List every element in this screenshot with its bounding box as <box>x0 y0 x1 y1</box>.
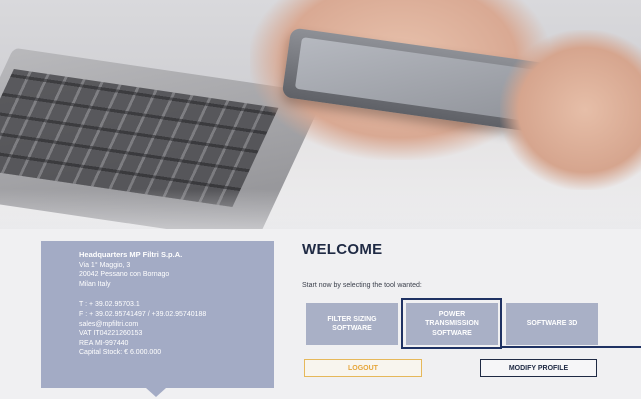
filter-sizing-software-button[interactable]: FILTER SIZING SOFTWARE <box>306 303 398 345</box>
software-3d-button[interactable]: SOFTWARE 3D <box>506 303 598 345</box>
tool-label-line: SOFTWARE <box>432 329 472 337</box>
selection-connector-line <box>502 346 641 348</box>
headquarters-card: Headquarters MP Filtri S.p.A. Via 1° Mag… <box>41 241 274 397</box>
logout-button[interactable]: LOGOUT <box>304 359 422 377</box>
welcome-title: WELCOME <box>302 241 383 258</box>
card-pointer <box>146 388 166 397</box>
keyboard-illustration <box>0 68 279 207</box>
phone-number: T : + 39.02.95703.1 <box>79 301 140 309</box>
tool-label-line: TRANSMISSION <box>425 320 479 328</box>
modify-profile-button[interactable]: MODIFY PROFILE <box>480 359 597 377</box>
vat-number: VAT IT04221260153 <box>79 330 143 338</box>
rea-number: REA MI-997440 <box>79 339 129 347</box>
tool-label-line: SOFTWARE 3D <box>526 320 578 328</box>
tool-label-line: FILTER SIZING <box>327 315 377 323</box>
fax-number: F : + 39.02.95741497 / +39.02.95740188 <box>79 310 207 318</box>
address-line: 20042 Pessano con Bornago <box>79 271 170 279</box>
headquarters-title: Headquarters MP Filtri S.p.A. <box>79 250 183 259</box>
email-link[interactable]: sales@mpfiltri.com <box>79 320 274 330</box>
capital-stock: Capital Stock: € 6.000.000 <box>79 349 162 357</box>
hero-fade <box>0 189 641 229</box>
tool-label-line: SOFTWARE <box>332 325 372 332</box>
tool-label-line: POWER <box>438 310 466 318</box>
welcome-instruction: Start now by selecting the tool wanted: <box>302 282 422 289</box>
address-line: Milan Italy <box>79 280 111 288</box>
address-line: Via 1° Maggio, 3 <box>79 261 131 269</box>
hero-image <box>0 0 641 229</box>
hand-illustration-right <box>500 30 641 190</box>
power-transmission-software-button[interactable]: POWER TRANSMISSION SOFTWARE <box>406 303 498 345</box>
